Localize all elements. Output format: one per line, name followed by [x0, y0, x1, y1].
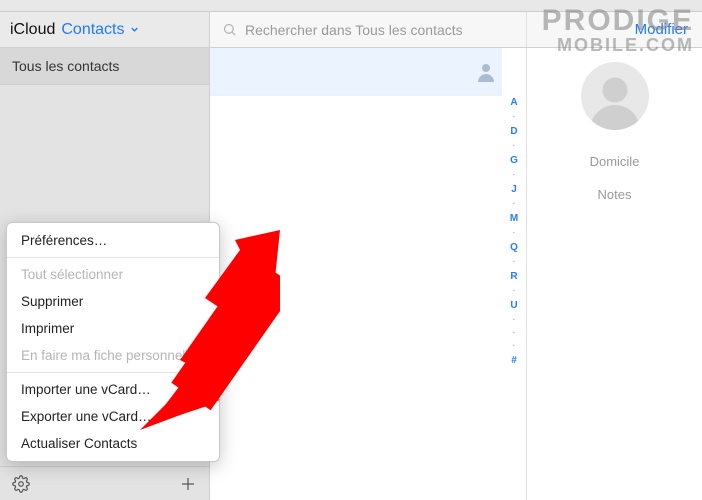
- menu-make-my-card: En faire ma fiche personnelle: [7, 342, 219, 369]
- settings-button[interactable]: [12, 475, 30, 493]
- search-field[interactable]: Rechercher dans Tous les contacts: [210, 12, 527, 47]
- main-columns: Tous les contacts Préférences… Tout séle…: [0, 48, 702, 500]
- alpha-letter-q[interactable]: Q: [510, 243, 518, 253]
- alpha-letter-a[interactable]: A: [510, 98, 517, 108]
- gear-icon: [12, 475, 30, 493]
- alpha-dot: ·: [513, 172, 515, 179]
- alpha-dot: ·: [513, 259, 515, 266]
- menu-import-vcard[interactable]: Importer une vCard…: [7, 376, 219, 403]
- menu-export-vcard[interactable]: Exporter une vCard…: [7, 403, 219, 430]
- alpha-dot: ·: [513, 230, 515, 237]
- search-placeholder: Rechercher dans Tous les contacts: [245, 22, 463, 38]
- plus-icon: [179, 475, 197, 493]
- alpha-dot: ·: [513, 201, 515, 208]
- add-contact-button[interactable]: [179, 475, 197, 493]
- header-brand-area: iCloud Contacts: [0, 12, 210, 47]
- alpha-letter-j[interactable]: J: [511, 185, 517, 195]
- alpha-letter-#[interactable]: #: [511, 356, 517, 366]
- app-switcher[interactable]: Contacts: [61, 21, 139, 39]
- contact-detail-column: Domicile Notes: [527, 48, 702, 500]
- app-switcher-label: Contacts: [61, 21, 124, 39]
- alpha-dot: ·: [513, 330, 515, 337]
- alpha-dot: ·: [513, 288, 515, 295]
- sidebar-footer: [0, 466, 209, 500]
- chevron-down-icon: [129, 24, 140, 35]
- search-icon: [222, 22, 237, 37]
- app-header: iCloud Contacts Rechercher dans Tous les…: [0, 12, 702, 48]
- header-actions: Modifier: [527, 12, 702, 47]
- alpha-dot: ·: [513, 343, 515, 350]
- menu-delete[interactable]: Supprimer: [7, 288, 219, 315]
- group-all-contacts[interactable]: Tous les contacts: [0, 48, 209, 85]
- groups-sidebar: Tous les contacts Préférences… Tout séle…: [0, 48, 210, 500]
- brand-label: iCloud: [10, 21, 55, 39]
- contacts-list-column: A · D · G · J · M · Q · R · U · · · #: [210, 48, 527, 500]
- alpha-index[interactable]: A · D · G · J · M · Q · R · U · · · #: [502, 48, 526, 500]
- alpha-dot: ·: [513, 143, 515, 150]
- menu-print[interactable]: Imprimer: [7, 315, 219, 342]
- alpha-letter-m[interactable]: M: [510, 214, 518, 224]
- alpha-letter-g[interactable]: G: [510, 156, 518, 166]
- contact-avatar[interactable]: [581, 62, 649, 130]
- browser-tabstrip: [0, 0, 702, 12]
- person-silhouette-icon: [585, 70, 645, 130]
- settings-popup: Préférences… Tout sélectionner Supprimer…: [6, 222, 220, 462]
- edit-button[interactable]: Modifier: [635, 21, 688, 38]
- menu-separator: [7, 257, 219, 258]
- menu-select-all: Tout sélectionner: [7, 261, 219, 288]
- menu-refresh[interactable]: Actualiser Contacts: [7, 430, 219, 457]
- alpha-dot: ·: [513, 114, 515, 121]
- alpha-letter-r[interactable]: R: [510, 272, 517, 282]
- alpha-letter-u[interactable]: U: [510, 301, 517, 311]
- detail-notes-label: Notes: [598, 187, 632, 202]
- alpha-dot: ·: [513, 317, 515, 324]
- detail-home-label: Domicile: [590, 154, 640, 169]
- menu-preferences[interactable]: Préférences…: [7, 227, 219, 254]
- contacts-list: [210, 48, 502, 500]
- menu-separator: [7, 372, 219, 373]
- person-icon: [474, 60, 498, 84]
- contact-row-selected[interactable]: [210, 48, 502, 96]
- alpha-letter-d[interactable]: D: [510, 127, 517, 137]
